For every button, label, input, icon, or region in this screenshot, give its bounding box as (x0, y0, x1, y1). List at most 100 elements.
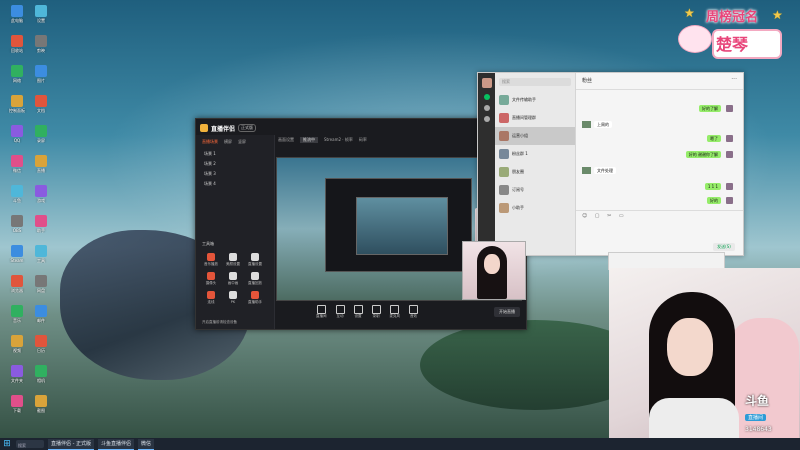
chat-toolbar[interactable]: ☺ ▢ ✂ ▭ (582, 213, 627, 219)
taskbar-item[interactable]: 微信 (138, 438, 155, 450)
app-icon (11, 395, 23, 407)
list-item[interactable]: 订阅号 (495, 181, 575, 199)
scene-item[interactable]: 场景 2 (196, 159, 274, 169)
tool-button[interactable]: 直播助手 (244, 291, 266, 304)
douyu-room-label: 直播间 (745, 414, 767, 421)
tool-label: 音乐播放 (204, 262, 218, 266)
bottom-tool[interactable]: 互动 (335, 305, 345, 319)
app-icon (11, 95, 23, 107)
divider (576, 89, 743, 90)
top-bar-item[interactable]: 推流中 (300, 137, 318, 143)
douyu-room-id: 3148643 (745, 426, 772, 433)
sidebar-footer-note: 开启直播前请检查设备 (202, 320, 237, 324)
tool-icon (251, 291, 259, 299)
go-live-button[interactable]: 开始直播 (494, 307, 520, 317)
top-bar-item[interactable]: 画面设置 (278, 137, 294, 143)
bottom-tool[interactable]: 录制 (371, 305, 381, 319)
bottom-tool[interactable]: 设置 (353, 305, 363, 319)
desktop-icon[interactable]: 剪映 (26, 34, 56, 58)
desktop-icon-label: 直播 (37, 168, 45, 173)
tool-button[interactable]: 音乐播放 (200, 253, 222, 266)
bottom-tool[interactable]: 麦克风 (389, 305, 401, 319)
tool-label: 画中画 (227, 281, 239, 285)
list-item[interactable]: 运营小组 (495, 127, 575, 145)
preview-nested-scene (356, 197, 448, 255)
tab-scene[interactable]: 直播场景 (202, 139, 218, 145)
app-icon (35, 185, 47, 197)
avatar[interactable] (481, 78, 492, 88)
more-icon[interactable]: ··· (731, 76, 737, 83)
list-item[interactable]: 粉丝群 1 (495, 145, 575, 163)
app-version-badge: 正式版 (238, 124, 257, 132)
app-icon (35, 245, 47, 257)
desktop-icon[interactable]: 工具 (26, 244, 56, 268)
list-item[interactable]: 文件传输助手 (495, 91, 575, 109)
list-item[interactable]: 朋友圈 (495, 163, 575, 181)
camera-preview-window[interactable] (462, 241, 526, 300)
app-icon (35, 395, 47, 407)
tool-icon (251, 272, 259, 280)
favorites-icon[interactable] (483, 116, 490, 122)
preview-nested-window (325, 178, 472, 272)
scene-item[interactable]: 场景 1 (196, 149, 274, 159)
tool-button[interactable]: 摄像头 (200, 272, 222, 285)
list-item[interactable]: 小助手 (495, 199, 575, 217)
desktop-icon[interactable]: 录屏 (26, 124, 56, 148)
desktop-icon[interactable]: 网盘 (26, 274, 56, 298)
avatar (726, 183, 733, 190)
tool-icon (229, 253, 237, 261)
tool-button[interactable]: 连线 (200, 291, 222, 304)
scene-item[interactable]: 场景 4 (196, 179, 274, 189)
bottom-tool[interactable]: 音效 (409, 305, 418, 319)
bottom-tool-label: 音效 (410, 314, 417, 318)
tool-button[interactable]: 直播回放 (244, 272, 266, 285)
badge-name: 楚琴 (716, 35, 749, 54)
bottom-tool-label: 麦克风 (389, 314, 401, 318)
send-button[interactable]: 发送(S) (713, 243, 735, 251)
taskbar: ⊞ 搜索 直播伴侣 - 正式版 斗鱼直播伴侣 微信 (0, 438, 800, 450)
tool-button[interactable]: 画中画 (222, 272, 244, 285)
list-item[interactable]: 直播间管理群 (495, 109, 575, 127)
sidebar-tabs: 直播场景 横屏 竖屏 (196, 135, 274, 149)
desktop-icon[interactable]: 图片 (26, 64, 56, 88)
start-icon[interactable]: ⊞ (2, 439, 12, 449)
taskbar-search[interactable]: 搜索 (16, 440, 44, 448)
desktop-icon[interactable]: 设置 (26, 4, 56, 28)
chat-window[interactable]: 搜索 文件传输助手 直播间管理群 运营小组 粉丝群 1 朋友圈 订阅号 小助手 … (477, 72, 744, 256)
app-icon (11, 65, 23, 77)
desktop-icon[interactable]: 截图 (26, 394, 56, 418)
tool-button[interactable]: 直播设置 (244, 253, 266, 266)
chat-tab-icon[interactable] (483, 94, 490, 100)
app-sidebar: 直播场景 横屏 竖屏 场景 1 场景 2 场景 3 场景 4 工具箱 音乐播放 … (196, 135, 275, 329)
tool-button[interactable]: 美颜设置 (222, 253, 244, 266)
app-icon (35, 335, 47, 347)
taskbar-item[interactable]: 斗鱼直播伴侣 (97, 438, 134, 450)
desktop-icon[interactable]: 日历 (26, 334, 56, 358)
message-thumbnail[interactable] (582, 167, 591, 174)
desktop-icon-label: 网盘 (37, 288, 45, 293)
tab-landscape[interactable]: 横屏 (224, 139, 232, 145)
badge-title: 周榜冠名 (706, 10, 759, 25)
desktop-icon[interactable]: 直播 (26, 154, 56, 178)
message-thumbnail[interactable] (582, 121, 591, 128)
message-bubble: 1 1 1 (704, 183, 721, 190)
tool-button[interactable]: PK (222, 291, 244, 304)
desktop-icon[interactable]: 助手 (26, 214, 56, 238)
search-input[interactable]: 搜索 (499, 78, 571, 86)
desktop-icon[interactable]: 邮件 (26, 304, 56, 328)
divider (576, 210, 743, 211)
desktop-icon[interactable]: 相机 (26, 364, 56, 388)
desktop-icon[interactable]: 文档 (26, 94, 56, 118)
cat-mascot-icon (678, 25, 712, 53)
desktop-icon-label: 截图 (37, 408, 45, 413)
tab-portrait[interactable]: 竖屏 (238, 139, 246, 145)
desktop-icon[interactable]: 游戏 (26, 184, 56, 208)
app-top-bar: 画面设置 推流中 Stream2 · 帧率 码率 (278, 137, 367, 143)
desktop-icon-label: 文档 (37, 108, 45, 113)
contacts-icon[interactable] (483, 105, 490, 111)
app-icon (11, 35, 23, 47)
taskbar-item[interactable]: 直播伴侣 - 正式版 (48, 438, 94, 450)
scene-item[interactable]: 场景 3 (196, 169, 274, 179)
bottom-tool[interactable]: 直播间 (316, 305, 327, 319)
desktop-icon-label: 设置 (37, 18, 45, 23)
